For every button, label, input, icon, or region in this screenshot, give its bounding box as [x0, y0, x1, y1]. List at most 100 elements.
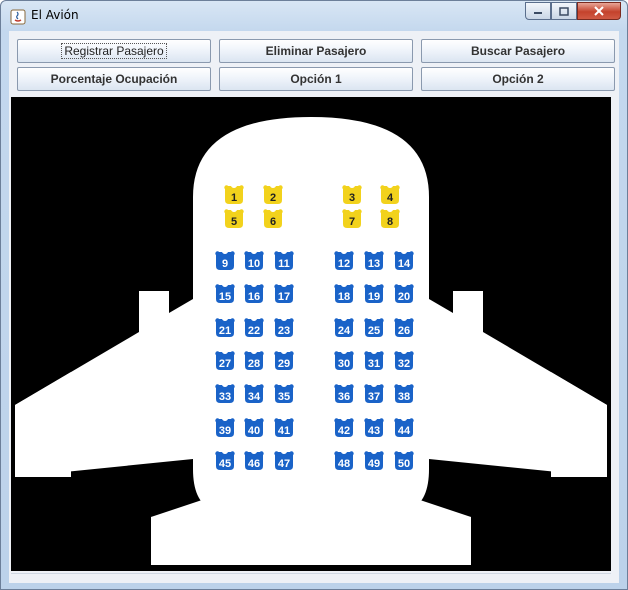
- seat-number: 32: [397, 357, 411, 370]
- close-icon: [594, 6, 604, 16]
- registrar-pasajero-label: Registrar Pasajero: [61, 43, 167, 59]
- seat-number: 18: [337, 291, 351, 304]
- seat-number: 48: [337, 457, 351, 470]
- seat-44[interactable]: 44: [393, 417, 415, 438]
- seat-30[interactable]: 30: [333, 351, 355, 371]
- seat-number: 40: [247, 424, 261, 437]
- seat-number: 45: [218, 457, 232, 470]
- seat-31[interactable]: 31: [363, 351, 385, 371]
- opcion-2-label: Opción 2: [492, 72, 544, 86]
- seat-43[interactable]: 43: [363, 417, 385, 438]
- seat-11[interactable]: 11: [273, 251, 295, 271]
- seat-49[interactable]: 49: [363, 451, 385, 471]
- seat-number: 2: [269, 192, 277, 204]
- seat-12[interactable]: 12: [333, 251, 355, 271]
- opcion-2-button[interactable]: Opción 2: [421, 67, 615, 91]
- minimize-button[interactable]: [525, 2, 551, 20]
- seat-number: 7: [348, 216, 356, 228]
- seat-28[interactable]: 28: [243, 351, 265, 371]
- seat-20[interactable]: 20: [393, 284, 415, 304]
- seat-47[interactable]: 47: [273, 451, 295, 471]
- maximize-button[interactable]: [551, 2, 577, 20]
- seat-number: 50: [397, 457, 411, 470]
- seat-24[interactable]: 24: [333, 317, 355, 338]
- eliminar-pasajero-label: Eliminar Pasajero: [265, 44, 367, 58]
- registrar-pasajero-button[interactable]: Registrar Pasajero: [17, 39, 211, 63]
- seat-37[interactable]: 37: [363, 384, 385, 404]
- title-bar[interactable]: El Avión: [1, 1, 627, 31]
- seat-3[interactable]: 3: [341, 185, 363, 205]
- seat-8[interactable]: 8: [379, 209, 401, 229]
- seat-25[interactable]: 25: [363, 317, 385, 338]
- seat-50[interactable]: 50: [393, 451, 415, 471]
- seat-27[interactable]: 27: [214, 351, 236, 371]
- seat-26[interactable]: 26: [393, 317, 415, 338]
- maximize-icon: [559, 6, 569, 16]
- seat-22[interactable]: 22: [243, 317, 265, 338]
- seat-40[interactable]: 40: [243, 417, 265, 438]
- seat-9[interactable]: 9: [214, 251, 236, 271]
- seat-number: 6: [269, 216, 277, 228]
- seat-number: 25: [367, 324, 381, 337]
- airplane-silhouette: [15, 117, 607, 565]
- seat-23[interactable]: 23: [273, 317, 295, 338]
- opcion-1-label: Opción 1: [290, 72, 342, 86]
- buscar-pasajero-button[interactable]: Buscar Pasajero: [421, 39, 615, 63]
- seat-number: 29: [277, 357, 291, 370]
- seat-41[interactable]: 41: [273, 417, 295, 438]
- close-button[interactable]: [577, 2, 621, 20]
- seat-48[interactable]: 48: [333, 451, 355, 471]
- seat-45[interactable]: 45: [214, 451, 236, 471]
- horizontal-scrollbar[interactable]: [11, 573, 611, 582]
- seat-number: 31: [367, 357, 381, 370]
- airplane-canvas: 1 2 3 4 5 6 7 8 9 10 11 12 13 14 15 16 17 18 19 20 21 22 23 24 2…: [11, 97, 611, 571]
- application-window: El Avión Registrar Pasajero Eliminar Pas…: [0, 0, 628, 590]
- seat-6[interactable]: 6: [262, 209, 284, 229]
- seat-7[interactable]: 7: [341, 209, 363, 229]
- seat-33[interactable]: 33: [214, 384, 236, 404]
- seat-42[interactable]: 42: [333, 417, 355, 438]
- seat-16[interactable]: 16: [243, 284, 265, 304]
- seat-46[interactable]: 46: [243, 451, 265, 471]
- seat-21[interactable]: 21: [214, 317, 236, 338]
- seat-5[interactable]: 5: [223, 209, 245, 229]
- window-title: El Avión: [31, 8, 79, 22]
- seat-39[interactable]: 39: [214, 417, 236, 438]
- seat-19[interactable]: 19: [363, 284, 385, 304]
- seat-15[interactable]: 15: [214, 284, 236, 304]
- seat-4[interactable]: 4: [379, 185, 401, 205]
- seat-1[interactable]: 1: [223, 185, 245, 205]
- seat-18[interactable]: 18: [333, 284, 355, 304]
- seat-2[interactable]: 2: [262, 185, 284, 205]
- seat-number: 5: [230, 216, 238, 228]
- porcentaje-ocupacion-button[interactable]: Porcentaje Ocupación: [17, 67, 211, 91]
- seat-17[interactable]: 17: [273, 284, 295, 304]
- seat-number: 15: [218, 291, 232, 304]
- seat-number: 30: [337, 357, 351, 370]
- seat-number: 14: [397, 258, 411, 270]
- eliminar-pasajero-button[interactable]: Eliminar Pasajero: [219, 39, 413, 63]
- seat-number: 12: [337, 258, 351, 270]
- seat-29[interactable]: 29: [273, 351, 295, 371]
- seat-14[interactable]: 14: [393, 251, 415, 271]
- seat-number: 13: [367, 258, 381, 270]
- seat-13[interactable]: 13: [363, 251, 385, 271]
- seat-number: 28: [247, 357, 261, 370]
- seat-38[interactable]: 38: [393, 384, 415, 404]
- seat-number: 38: [397, 391, 411, 404]
- opcion-1-button[interactable]: Opción 1: [219, 67, 413, 91]
- seat-number: 35: [277, 391, 291, 404]
- seat-number: 34: [247, 391, 261, 404]
- porcentaje-ocupacion-label: Porcentaje Ocupación: [50, 72, 178, 86]
- seat-number: 16: [247, 291, 261, 304]
- seat-35[interactable]: 35: [273, 384, 295, 404]
- seat-number: 21: [218, 324, 232, 337]
- seat-32[interactable]: 32: [393, 351, 415, 371]
- seat-10[interactable]: 10: [243, 251, 265, 271]
- seat-number: 19: [367, 291, 381, 304]
- seat-number: 33: [218, 391, 232, 404]
- seat-34[interactable]: 34: [243, 384, 265, 404]
- seat-number: 44: [397, 424, 411, 437]
- seat-36[interactable]: 36: [333, 384, 355, 404]
- seat-number: 23: [277, 324, 291, 337]
